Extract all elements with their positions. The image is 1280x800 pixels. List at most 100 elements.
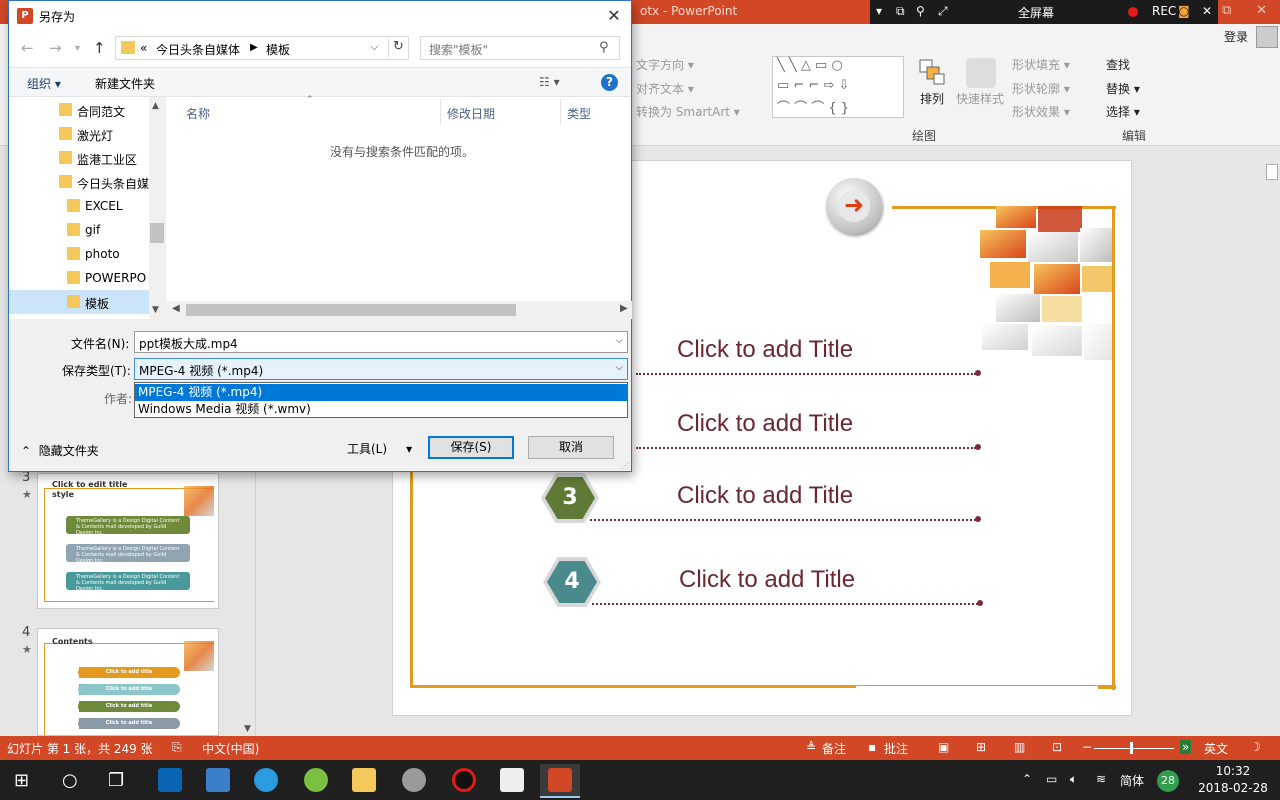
scroll-down-icon[interactable]: ▼ xyxy=(152,305,159,315)
help-icon[interactable]: ? xyxy=(601,74,618,91)
reading-view-icon[interactable]: ▥ xyxy=(1014,740,1025,754)
close-icon[interactable]: ✕ xyxy=(599,3,629,29)
tree-scrollbar[interactable]: ▲ ▼ xyxy=(149,97,165,319)
mail-app-icon[interactable] xyxy=(198,764,238,798)
tree-item[interactable]: EXCEL xyxy=(9,194,149,218)
view-options-icon[interactable]: ☷ ▾ xyxy=(539,75,560,89)
scroll-up-icon[interactable]: ▲ xyxy=(152,101,159,111)
video-editor-icon[interactable] xyxy=(492,764,532,798)
recorder-window-icon[interactable]: ⧉ xyxy=(896,4,905,19)
chevron-down-icon[interactable]: ⌵ xyxy=(615,362,623,373)
window-controls[interactable]: ⧉ ✕ xyxy=(1222,3,1267,18)
ime-indicator[interactable]: 英文 xyxy=(1204,740,1228,757)
slide-thumbnail-4[interactable]: Contents 1 Click to add title 2 Click to… xyxy=(37,628,219,736)
filename-field[interactable]: ppt模板大成.mp4 ⌵ xyxy=(134,331,628,353)
replace-button[interactable]: 替换 ▾ xyxy=(1106,80,1140,97)
spellcheck-icon[interactable]: ⎘ xyxy=(172,740,182,755)
clock-time[interactable]: 10:32 xyxy=(1198,764,1268,778)
tree-item[interactable]: photo xyxy=(9,242,149,266)
search-icon[interactable]: ○ xyxy=(62,770,78,791)
comments-icon[interactable]: ▪ xyxy=(868,740,876,754)
tree-item[interactable]: gif xyxy=(9,218,149,242)
normal-view-icon[interactable]: ▣ xyxy=(938,740,949,754)
arrange-icon[interactable] xyxy=(918,58,946,88)
convert-smartart-button[interactable]: 转换为 SmartArt ▾ xyxy=(636,103,740,120)
tree-item-selected[interactable]: 模板 xyxy=(9,290,149,314)
outlook-icon[interactable] xyxy=(150,764,190,798)
fullscreen-button[interactable]: 全屏幕 xyxy=(1018,4,1054,21)
column-type[interactable]: 类型 xyxy=(567,105,591,122)
recorder-fit-icon[interactable]: ⤢ xyxy=(938,4,948,19)
filename-value[interactable]: ppt模板大成.mp4 xyxy=(139,335,238,352)
filetype-option-selected[interactable]: MPEG-4 视频 (*.mp4) xyxy=(135,384,627,401)
new-folder-button[interactable]: 新建文件夹 xyxy=(95,75,155,92)
hscroll-thumb[interactable] xyxy=(186,304,516,316)
wifi-icon[interactable]: ≋ xyxy=(1096,772,1106,786)
recorder-search-icon[interactable]: ⚲ xyxy=(916,4,925,18)
filetype-dropdown-list[interactable]: MPEG-4 视频 (*.mp4) Windows Media 视频 (*.wm… xyxy=(134,382,628,418)
slide-item-title[interactable]: Click to add Title xyxy=(679,566,855,594)
filetype-select[interactable]: MPEG-4 视频 (*.mp4) ⌵ xyxy=(134,358,628,380)
app-icon-green[interactable] xyxy=(296,764,336,798)
arrange-button[interactable]: 排列 xyxy=(920,90,944,107)
tray-expand-icon[interactable]: ⌃ xyxy=(1022,772,1032,786)
select-button[interactable]: 选择 ▾ xyxy=(1106,103,1140,120)
column-modified[interactable]: 修改日期 xyxy=(447,105,495,122)
login-link[interactable]: 登录 xyxy=(1224,28,1248,45)
tree-item[interactable]: 激光灯 xyxy=(9,122,149,146)
shape-outline-button[interactable]: 形状轮廓 ▾ xyxy=(1012,80,1070,97)
notes-icon[interactable]: ≜ xyxy=(806,740,816,754)
tree-item[interactable]: 今日头条自媒 xyxy=(9,170,149,194)
paint-app-icon[interactable] xyxy=(394,764,434,798)
battery-icon[interactable]: ▭ xyxy=(1046,772,1057,786)
shape-fill-button[interactable]: 形状填充 ▾ xyxy=(1012,56,1070,73)
task-view-icon[interactable]: ❐ xyxy=(108,770,124,791)
breadcrumb-item[interactable]: 今日头条自媒体 xyxy=(156,41,240,58)
volume-icon[interactable]: 🔈︎ xyxy=(1070,772,1077,787)
recorder-dropdown-icon[interactable]: ▾ xyxy=(876,4,882,18)
tree-item[interactable]: POWERPO xyxy=(9,266,149,290)
recorder-app-icon[interactable] xyxy=(444,764,484,798)
zoom-slider[interactable] xyxy=(1094,748,1174,749)
hide-folders-label[interactable]: 隐藏文件夹 xyxy=(39,444,99,458)
breadcrumb-prefix[interactable]: « xyxy=(140,41,147,55)
tree-item[interactable]: 合同范文 xyxy=(9,98,149,122)
slide-item-title[interactable]: Click to add Title xyxy=(677,482,853,510)
recorder-close-icon[interactable]: ✕ xyxy=(1202,4,1212,18)
tools-button[interactable]: 工具(L) ▾ xyxy=(347,440,412,457)
forward-arrow-icon[interactable]: → xyxy=(49,39,62,57)
fit-icon[interactable]: » xyxy=(1180,740,1192,754)
browser-icon[interactable] xyxy=(246,764,286,798)
address-bar[interactable]: « 今日头条自媒体 ▶ 模板 ⌵ ↻ xyxy=(115,36,409,60)
chevron-down-icon[interactable]: ⌵ xyxy=(615,335,623,346)
filetype-option[interactable]: Windows Media 视频 (*.wmv) xyxy=(135,401,627,418)
slide-item-title[interactable]: Click to add Title xyxy=(677,410,853,438)
filetype-value[interactable]: MPEG-4 视频 (*.mp4) xyxy=(139,362,263,379)
notification-badge[interactable]: 28 xyxy=(1157,770,1179,792)
up-arrow-icon[interactable]: ↑ xyxy=(93,39,106,57)
chevron-down-icon[interactable]: ⌵ xyxy=(370,40,378,54)
shape-gallery[interactable]: ╲ ╲ △ ▭ ○ ▭ ⌐ ⌐ ⇨ ⇩ ⌒ ⌒ ⌒ { } xyxy=(772,56,904,118)
cancel-button[interactable]: 取消 xyxy=(528,436,614,459)
quick-styles-icon[interactable] xyxy=(966,58,996,88)
ime-simplified[interactable]: 简体 xyxy=(1120,772,1144,789)
search-box[interactable]: 搜索"模板" ⚲ xyxy=(420,36,620,60)
comments-button[interactable]: 批注 xyxy=(884,740,908,757)
dialog-titlebar[interactable]: P 另存为 ✕ xyxy=(9,1,631,31)
tree-item[interactable]: 监港工业区 xyxy=(9,146,149,170)
notes-button[interactable]: 备注 xyxy=(822,740,846,757)
breadcrumb-item[interactable]: 模板 xyxy=(266,41,290,58)
align-text-button[interactable]: 对齐文本 ▾ xyxy=(636,80,694,97)
file-explorer-icon[interactable] xyxy=(344,764,384,798)
tree-scroll-thumb[interactable] xyxy=(150,223,164,243)
organize-button[interactable]: 组织 ▾ xyxy=(27,75,61,92)
zoom-knob[interactable] xyxy=(1130,742,1133,754)
slide-sorter-icon[interactable]: ⊞ xyxy=(976,740,986,754)
save-button[interactable]: 保存(S) xyxy=(428,436,514,459)
hide-folders-button[interactable]: ⌃ 隐藏文件夹 xyxy=(21,442,99,459)
recent-dropdown-icon[interactable]: ▾ xyxy=(75,43,80,54)
language-indicator[interactable]: 中文(中国) xyxy=(202,740,259,757)
slideshow-icon[interactable]: ⊡ xyxy=(1052,740,1062,754)
powerpoint-taskbar-icon[interactable] xyxy=(540,764,580,798)
breadcrumb-separator-icon[interactable]: ▶ xyxy=(250,42,258,53)
